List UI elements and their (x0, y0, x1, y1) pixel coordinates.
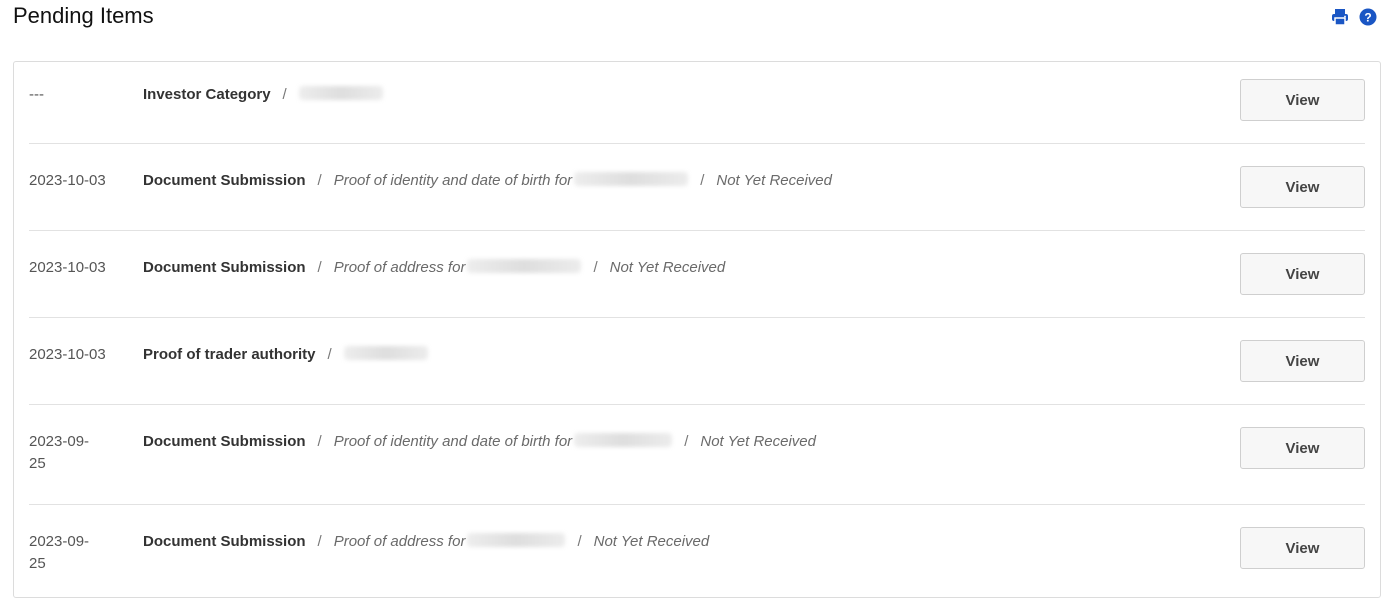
pending-item-row: 2023-10-03 Document Submission / Proof of … (29, 144, 1365, 231)
separator: / (282, 86, 287, 103)
svg-text:?: ? (1364, 11, 1371, 25)
redacted-name (574, 172, 689, 186)
view-button[interactable]: View (1240, 166, 1365, 208)
item-description: Investor Category / (143, 84, 1225, 106)
separator: / (317, 172, 322, 189)
item-status: Not Yet Received (593, 533, 710, 550)
item-date: 2023-09-25 (29, 433, 90, 472)
item-date: 2023-10-03 (29, 259, 106, 276)
item-description: Document Submission / Proof of address for… (143, 531, 1225, 553)
item-status: Not Yet Received (716, 172, 832, 189)
item-type: Document Submission (143, 533, 306, 550)
item-description: Proof of trader authority / (143, 344, 1225, 366)
view-button[interactable]: View (1240, 253, 1365, 295)
item-status: Not Yet Received (700, 433, 816, 450)
separator: / (317, 533, 322, 550)
item-type: Investor Category (143, 86, 271, 103)
separator: / (577, 533, 582, 550)
page-title: Pending Items (13, 3, 154, 28)
toolbar: ? (1330, 7, 1378, 27)
separator: / (317, 433, 322, 450)
redacted-name (467, 533, 566, 547)
item-type: Document Submission (143, 172, 306, 189)
pending-item-row: 2023-09-25 Document Submission / Proof of … (29, 405, 1365, 505)
separator: / (327, 346, 332, 363)
pending-item-row: 2023-10-03 Document Submission / Proof of … (29, 231, 1365, 318)
item-description: Document Submission / Proof of identity an… (143, 170, 1225, 192)
redacted-account-id (343, 346, 428, 360)
view-button[interactable]: View (1240, 527, 1365, 569)
redacted-name (467, 259, 582, 273)
pending-items-panel: --- Investor Category / View 2023-10-03 D… (13, 61, 1381, 598)
item-date: --- (29, 86, 44, 103)
view-button[interactable]: View (1240, 340, 1365, 382)
separator: / (684, 433, 689, 450)
view-button[interactable]: View (1240, 79, 1365, 121)
pending-item-row: 2023-10-03 Proof of trader authority / Vi… (29, 318, 1365, 405)
item-detail: Proof of address for (333, 533, 466, 550)
item-type: Document Submission (143, 259, 306, 276)
pending-item-row: 2023-09-25 Document Submission / Proof of … (29, 505, 1365, 597)
item-type: Proof of trader authority (143, 346, 316, 363)
redacted-name (574, 433, 673, 447)
separator: / (317, 259, 322, 276)
item-description: Document Submission / Proof of address for… (143, 257, 1225, 279)
item-date: 2023-09-25 (29, 533, 90, 572)
pending-item-row: --- Investor Category / View (29, 62, 1365, 144)
item-status: Not Yet Received (609, 259, 726, 276)
item-description: Document Submission / Proof of identity an… (143, 431, 1225, 453)
item-date: 2023-10-03 (29, 172, 106, 189)
separator: / (700, 172, 705, 189)
view-button[interactable]: View (1240, 427, 1365, 469)
item-detail: Proof of address for (333, 259, 466, 276)
redacted-account-id (298, 86, 383, 100)
help-circle-icon[interactable]: ? (1358, 7, 1378, 27)
item-type: Document Submission (143, 433, 306, 450)
item-date: 2023-10-03 (29, 346, 106, 363)
printer-icon[interactable] (1330, 7, 1350, 27)
separator: / (593, 259, 598, 276)
item-detail: Proof of identity and date of birth for (333, 172, 573, 189)
item-detail: Proof of identity and date of birth for (333, 433, 573, 450)
